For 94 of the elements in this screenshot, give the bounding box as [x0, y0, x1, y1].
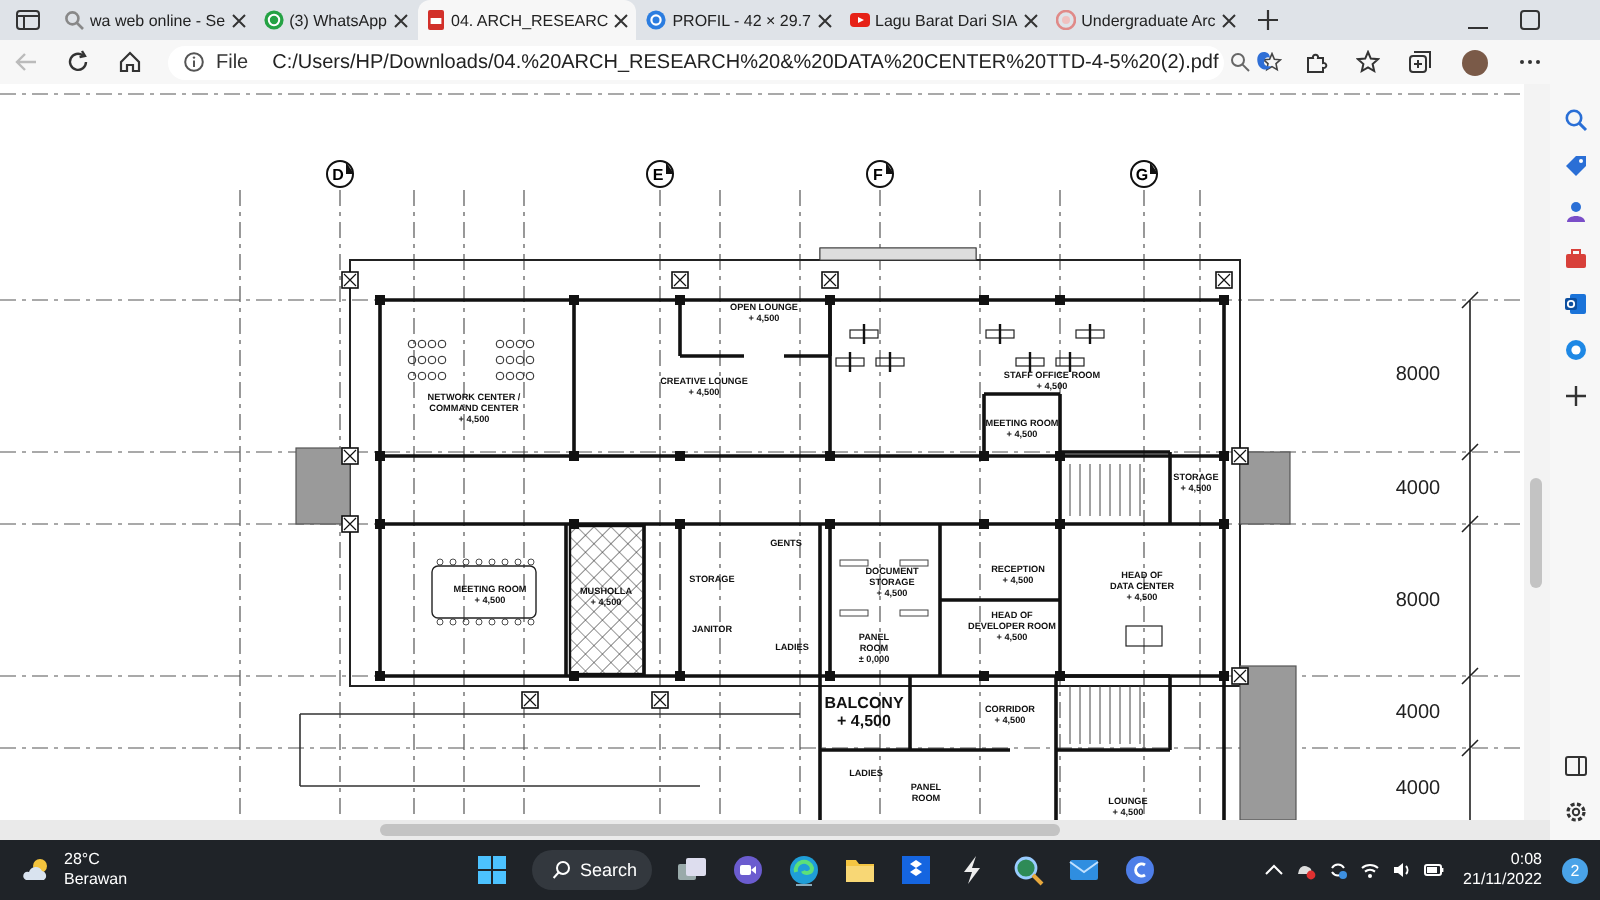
home-icon[interactable] — [118, 50, 142, 74]
dimension-label: 8000 — [1395, 364, 1441, 386]
circle-logo-icon — [1055, 10, 1076, 30]
close-icon[interactable] — [1023, 13, 1038, 27]
search-icon[interactable] — [1563, 108, 1587, 132]
taskbar-search[interactable]: Search — [532, 850, 652, 890]
browser-tab[interactable]: 04. ARCH_RESEARC — [417, 0, 637, 40]
play-button-icon — [849, 10, 869, 30]
browser-tab[interactable]: Lagu Barat Dari SIA — [841, 0, 1046, 40]
column-icon — [1231, 447, 1249, 465]
grid-marker: G — [1130, 160, 1158, 188]
start-icon[interactable] — [476, 854, 508, 886]
tab-title: (3) WhatsApp — [289, 11, 387, 29]
pdf-file-icon — [425, 10, 445, 30]
speaker-icon[interactable] — [1391, 860, 1412, 880]
cloud-sun-icon[interactable] — [20, 854, 52, 886]
magnifier-app-icon[interactable] — [1012, 854, 1044, 886]
mail-app-icon[interactable] — [1563, 292, 1587, 316]
column-icon — [341, 447, 359, 465]
dimension-label: 4000 — [1395, 778, 1441, 800]
scroll-thumb[interactable] — [1530, 478, 1542, 588]
close-icon[interactable] — [231, 13, 246, 27]
column-icon — [651, 691, 669, 709]
refresh-icon[interactable] — [66, 50, 90, 74]
maximize-icon[interactable] — [1520, 10, 1540, 30]
search-icon — [552, 860, 572, 880]
weather-condition: Berawan — [64, 870, 128, 890]
puzzle-icon[interactable] — [1304, 50, 1328, 74]
tab-title: wa web online - Se — [90, 11, 226, 29]
close-icon[interactable] — [1221, 13, 1236, 27]
browser-tab[interactable]: wa web online - Se — [56, 0, 254, 40]
close-icon[interactable] — [817, 13, 831, 27]
room-label: + 4,500 — [837, 712, 891, 730]
zoom-icon[interactable] — [1230, 52, 1251, 72]
column-icon — [341, 515, 359, 533]
column-icon — [1215, 271, 1233, 289]
scroll-thumb[interactable] — [380, 824, 1060, 836]
grid-marker: E — [646, 160, 674, 188]
dimension-label: 4000 — [1395, 702, 1441, 724]
browser-tab[interactable]: Undergraduate Arc — [1047, 0, 1244, 40]
avatar[interactable] — [1462, 49, 1488, 75]
chat-bubble-icon — [263, 10, 284, 30]
search-icon — [64, 10, 84, 30]
extension-logo-icon[interactable] — [1252, 50, 1276, 74]
browser-tab[interactable]: PROFIL - 42 × 29.7 — [638, 0, 839, 40]
sidebar-toggle-icon[interactable] — [1563, 754, 1587, 778]
person-icon[interactable] — [1563, 200, 1587, 224]
close-icon[interactable] — [614, 13, 629, 27]
temperature: 28°C — [64, 850, 102, 870]
grid-marker: F — [866, 160, 894, 188]
tag-icon[interactable] — [1563, 154, 1587, 178]
chevron-up-icon[interactable] — [1263, 860, 1284, 880]
folder-icon[interactable] — [844, 854, 876, 886]
circle-app-icon[interactable] — [1124, 854, 1156, 886]
browser-app-icon[interactable] — [788, 854, 820, 886]
horizontal-scrollbar[interactable] — [0, 820, 1550, 840]
close-icon[interactable] — [393, 13, 407, 27]
tab-title: 04. ARCH_RESEARC — [451, 11, 609, 29]
settings-icon[interactable] — [1563, 800, 1587, 824]
video-call-icon[interactable] — [732, 854, 764, 886]
mail-icon[interactable] — [1068, 854, 1100, 886]
tab-title: Lagu Barat Dari SIA — [875, 11, 1018, 29]
wifi-icon[interactable] — [1359, 860, 1380, 880]
toolbox-icon[interactable] — [1563, 246, 1587, 270]
column-icon — [521, 691, 539, 709]
tab-actions-icon[interactable] — [16, 10, 40, 30]
grid-marker: D — [326, 160, 354, 188]
vertical-scrollbar[interactable] — [1524, 84, 1550, 820]
scheme-label: File — [216, 51, 249, 73]
column-icon — [341, 271, 359, 289]
collections-icon[interactable] — [1408, 50, 1432, 74]
star-add-icon[interactable] — [1262, 52, 1283, 72]
tab-title: PROFIL - 42 × 29.7 — [672, 11, 811, 29]
dimension-label: 8000 — [1395, 590, 1441, 612]
clock-date: 21/11/2022 — [1463, 870, 1542, 890]
new-tab-icon[interactable] — [1257, 10, 1278, 30]
battery-icon[interactable] — [1423, 860, 1444, 880]
task-view-icon[interactable] — [676, 854, 708, 886]
favorites-icon[interactable] — [1356, 50, 1380, 74]
circle-logo-icon — [646, 10, 667, 30]
dimension-label: 4000 — [1395, 478, 1441, 500]
url-text: C:/Users/HP/Downloads/04.%20ARCH_RESEARCH%20&%20DATA%20CENTER%20TTD-4-5%20(2).pdf — [272, 51, 1219, 73]
tab-title: Undergraduate Arc — [1081, 11, 1216, 29]
box-app-icon[interactable] — [900, 854, 932, 886]
cloud-alert-icon[interactable] — [1295, 860, 1316, 880]
sync-icon[interactable] — [1327, 860, 1348, 880]
add-icon[interactable] — [1563, 384, 1587, 408]
column-icon — [821, 271, 839, 289]
column-icon — [671, 271, 689, 289]
info-icon[interactable] — [184, 52, 204, 72]
browser-tab[interactable]: (3) WhatsApp — [255, 0, 415, 40]
clock-time: 0:08 — [1510, 850, 1542, 870]
room-label: BALCONY — [824, 694, 904, 712]
column-icon — [1231, 667, 1249, 685]
